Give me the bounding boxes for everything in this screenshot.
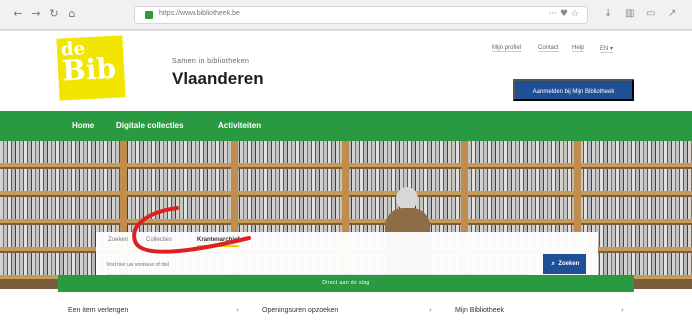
renew-item-link[interactable]: Een item verlengen [68, 307, 128, 314]
search-icon: ⌕ [551, 260, 555, 267]
opening-hours-link[interactable]: Openingsuren opzoeken [262, 307, 338, 314]
webpage: de Bib Samen in bibliotheken Vlaanderen … [0, 31, 692, 323]
tab-search[interactable]: Zoeken [108, 237, 128, 243]
window-icon[interactable]: ▭ [646, 8, 655, 19]
share-icon[interactable]: ↗ [668, 8, 676, 19]
back-icon[interactable]: ← [12, 8, 24, 20]
logo-text: de Bib [60, 38, 117, 88]
nav-activities[interactable]: Activiteiten [218, 121, 261, 130]
site-header: de Bib Samen in bibliotheken Vlaanderen … [0, 31, 692, 111]
nav-digital-collections[interactable]: Digitale collecties [116, 121, 184, 130]
browser-toolbar: ← → ↻ ⌂ https://www.bibliotheek.be ··· ♥… [0, 0, 692, 30]
chevron-right-icon: › [236, 306, 239, 314]
reload-icon[interactable]: ↻ [48, 8, 60, 20]
site-title: Vlaanderen [172, 69, 264, 88]
download-icon[interactable]: ↓ [604, 8, 612, 19]
home-icon[interactable]: ⌂ [66, 8, 78, 20]
library-icon[interactable]: ▥ [625, 8, 634, 19]
de-bib-logo[interactable]: de Bib [56, 35, 126, 101]
login-button[interactable]: Aanmelden bij Mijn Bibliotheek [513, 79, 634, 101]
address-bar-actions[interactable]: ··· ♥ ☆ [549, 9, 579, 19]
search-input[interactable] [106, 256, 528, 275]
language-select[interactable]: EN ▾ [600, 45, 614, 53]
address-bar[interactable]: https://www.bibliotheek.be ··· ♥ ☆ [134, 6, 588, 24]
profile-link[interactable]: Mijn profiel [492, 45, 522, 52]
forward-icon[interactable]: → [30, 8, 42, 20]
site-subtitle: Samen in bibliotheken [172, 58, 250, 65]
lock-icon [145, 11, 153, 19]
search-button[interactable]: ⌕ Zoeken [543, 254, 586, 274]
tab-newspaper-archive[interactable]: Krantenarchief [197, 237, 240, 247]
contact-link[interactable]: Contact [538, 45, 559, 52]
quick-start-banner: Direct aan de slag [58, 275, 634, 292]
main-navigation: Home Digitale collecties Activiteiten [0, 111, 692, 141]
person-head [396, 187, 418, 210]
chevron-right-icon: › [621, 306, 624, 314]
my-library-link[interactable]: Mijn Bibliotheek [455, 307, 504, 314]
quick-links-bar: Een item verlengen › Openingsuren opzoek… [0, 296, 692, 323]
url-text[interactable]: https://www.bibliotheek.be [159, 10, 240, 17]
nav-home[interactable]: Home [72, 121, 94, 130]
help-link[interactable]: Help [572, 45, 585, 52]
search-button-label: Zoeken [558, 261, 580, 267]
chevron-right-icon: › [429, 306, 432, 314]
tab-collections[interactable]: Collecties [146, 237, 172, 243]
